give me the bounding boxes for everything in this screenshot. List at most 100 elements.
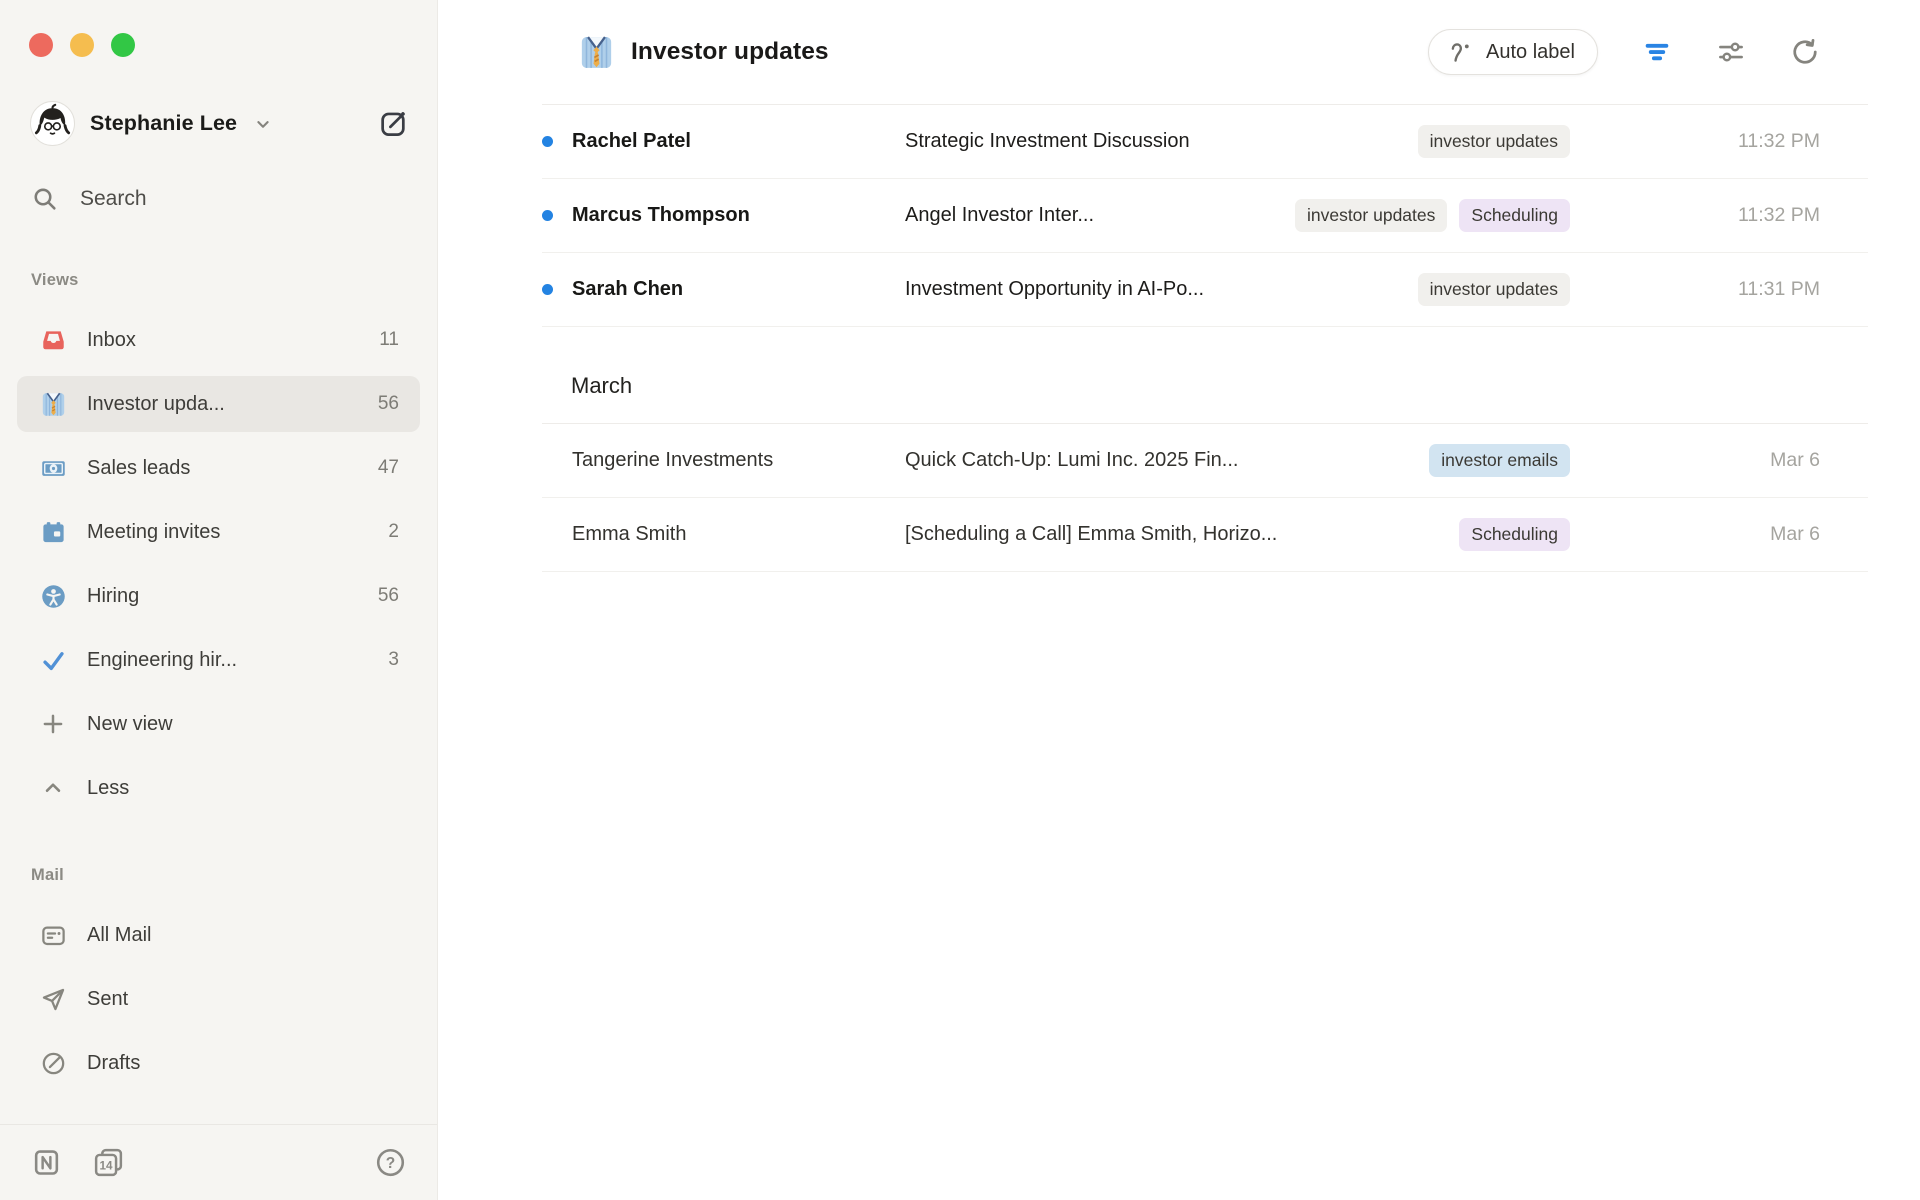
notion-logo-icon — [31, 1147, 62, 1178]
filter-button[interactable] — [1642, 37, 1672, 67]
filter-icon — [1642, 37, 1672, 67]
unread-count: 56 — [378, 393, 399, 415]
label-tag[interactable]: investor emails — [1429, 444, 1570, 478]
necktie-icon — [578, 34, 615, 71]
sidebar-item-label: Engineering hir... — [87, 649, 388, 672]
help-button[interactable]: ? — [375, 1147, 406, 1178]
sidebar-item-investor-updates[interactable]: Investor upda... 56 — [17, 376, 420, 432]
refresh-button[interactable] — [1790, 37, 1820, 67]
sidebar-item-sales-leads[interactable]: Sales leads 47 — [17, 440, 420, 496]
email-sender: Marcus Thompson — [572, 204, 905, 227]
svg-text:?: ? — [386, 1155, 395, 1172]
sidebar-item-all-mail[interactable]: All Mail — [17, 907, 420, 963]
email-tags: investor updates Scheduling — [1295, 199, 1570, 233]
email-tags: investor updates — [1418, 125, 1570, 159]
email-subject: Angel Investor Inter... — [905, 204, 1279, 227]
search-icon — [31, 185, 59, 213]
compose-button[interactable] — [378, 108, 409, 139]
avatar — [30, 101, 75, 146]
dollar-banknote-icon — [39, 454, 67, 482]
search-button[interactable]: Search — [31, 185, 147, 213]
account-switcher[interactable]: Stephanie Lee — [30, 101, 274, 146]
label-tag[interactable]: Scheduling — [1459, 199, 1570, 233]
view-header: Investor updates Auto label — [438, 0, 1920, 104]
unread-dot — [542, 284, 553, 295]
mail-nav: All Mail Sent Drafts — [17, 907, 420, 1091]
email-tags: Scheduling — [1459, 518, 1570, 552]
help-icon: ? — [375, 1147, 406, 1178]
date-group-label: March — [571, 373, 632, 399]
email-row[interactable]: Tangerine Investments Quick Catch-Up: Lu… — [542, 424, 1868, 498]
display-settings-button[interactable] — [1716, 37, 1746, 67]
sidebar-item-label: Inbox — [87, 329, 379, 352]
email-tags: investor emails — [1429, 444, 1570, 478]
sidebar-item-drafts[interactable]: Drafts — [17, 1035, 420, 1091]
auto-label-label: Auto label — [1486, 41, 1575, 64]
close-button[interactable] — [29, 33, 53, 57]
auto-label-button[interactable]: Auto label — [1428, 29, 1598, 75]
dot-column — [542, 136, 572, 147]
show-less-button[interactable]: Less — [17, 760, 420, 816]
email-time: 11:31 PM — [1570, 278, 1820, 301]
label-tag[interactable]: investor updates — [1295, 199, 1447, 233]
email-subject: [Scheduling a Call] Emma Smith, Horizo..… — [905, 523, 1443, 546]
email-time: 11:32 PM — [1570, 204, 1820, 227]
account-row: Stephanie Lee — [30, 101, 409, 146]
envelope-icon — [39, 921, 67, 949]
sidebar: Stephanie Lee — [0, 0, 438, 1200]
email-list: Rachel Patel Strategic Investment Discus… — [542, 104, 1868, 572]
unread-count: 11 — [379, 329, 399, 351]
views-section-label: Views — [31, 271, 437, 290]
window-controls — [0, 0, 437, 57]
new-view-label: New view — [87, 713, 399, 736]
email-sender: Emma Smith — [572, 523, 905, 546]
email-row[interactable]: Sarah Chen Investment Opportunity in AI-… — [542, 253, 1868, 327]
sliders-icon — [1716, 37, 1746, 67]
label-tag[interactable]: investor updates — [1418, 125, 1570, 159]
paper-plane-icon — [39, 985, 67, 1013]
svg-text:14: 14 — [100, 1160, 113, 1173]
views-nav: Inbox 11 Investor upda... 56 — [17, 312, 420, 816]
sidebar-item-inbox[interactable]: Inbox 11 — [17, 312, 420, 368]
compose-icon — [378, 108, 409, 139]
refresh-icon — [1790, 37, 1820, 67]
person-in-circle-icon — [39, 582, 67, 610]
sidebar-item-label: Sales leads — [87, 457, 378, 480]
plus-icon — [39, 710, 67, 738]
sidebar-item-engineering-hiring[interactable]: Engineering hir... 3 — [17, 632, 420, 688]
app-window: Stephanie Lee — [0, 0, 1920, 1200]
notion-calendar-button[interactable]: 14 — [92, 1146, 125, 1179]
notion-app-button[interactable] — [31, 1147, 62, 1178]
minimize-button[interactable] — [70, 33, 94, 57]
email-sender: Tangerine Investments — [572, 449, 905, 472]
email-row[interactable]: Marcus Thompson Angel Investor Inter... … — [542, 179, 1868, 253]
sidebar-item-label: Meeting invites — [87, 521, 388, 544]
label-tag[interactable]: investor updates — [1418, 273, 1570, 307]
email-subject: Quick Catch-Up: Lumi Inc. 2025 Fin... — [905, 449, 1413, 472]
email-subject: Strategic Investment Discussion — [905, 130, 1402, 153]
mail-section-label: Mail — [31, 866, 437, 885]
email-sender: Sarah Chen — [572, 278, 905, 301]
necktie-icon — [39, 390, 67, 418]
email-time: Mar 6 — [1570, 449, 1820, 472]
email-row[interactable]: Emma Smith [Scheduling a Call] Emma Smit… — [542, 498, 1868, 572]
dot-column — [542, 284, 572, 295]
chevron-up-icon — [39, 774, 67, 802]
sidebar-item-label: All Mail — [87, 924, 399, 947]
unread-count: 47 — [378, 457, 399, 479]
unread-dot — [542, 210, 553, 221]
dot-column — [542, 529, 572, 540]
main-content: Investor updates Auto label — [438, 0, 1920, 1200]
unread-count: 3 — [388, 649, 399, 671]
label-tag[interactable]: Scheduling — [1459, 518, 1570, 552]
email-sender: Rachel Patel — [572, 130, 905, 153]
zoom-button[interactable] — [111, 33, 135, 57]
sidebar-item-sent[interactable]: Sent — [17, 971, 420, 1027]
new-view-button[interactable]: New view — [17, 696, 420, 752]
sidebar-item-hiring[interactable]: Hiring 56 — [17, 568, 420, 624]
email-row[interactable]: Rachel Patel Strategic Investment Discus… — [542, 105, 1868, 179]
account-name: Stephanie Lee — [90, 111, 237, 136]
email-time: 11:32 PM — [1570, 130, 1820, 153]
unread-dot — [542, 136, 553, 147]
sidebar-item-meeting-invites[interactable]: Meeting invites 2 — [17, 504, 420, 560]
